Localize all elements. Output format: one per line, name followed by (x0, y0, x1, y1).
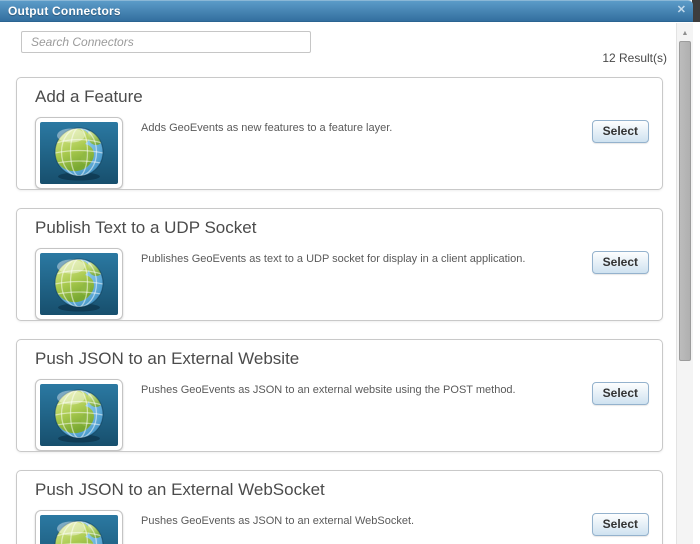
close-icon[interactable]: ✕ (677, 5, 686, 16)
connector-title: Push JSON to an External WebSocket (35, 480, 325, 499)
globe-icon (35, 248, 123, 320)
scroll-up-icon[interactable]: ▲ (677, 27, 693, 40)
connector-description: Publishes GeoEvents as text to a UDP soc… (141, 253, 526, 265)
globe-icon (35, 117, 123, 189)
connector-card: Push JSON to an External Website Pushes … (16, 339, 663, 452)
connector-description: Adds GeoEvents as new features to a feat… (141, 122, 393, 134)
connector-card: Add a Feature Adds GeoEvents as new feat… (16, 77, 663, 190)
connector-title: Publish Text to a UDP Socket (35, 218, 257, 237)
search-input[interactable] (21, 31, 311, 53)
connector-description: Pushes GeoEvents as JSON to an external … (141, 384, 516, 396)
select-button[interactable]: Select (591, 251, 649, 274)
connector-list: Add a Feature Adds GeoEvents as new feat… (16, 77, 663, 544)
select-button[interactable]: Select (591, 382, 649, 405)
scrollbar-thumb[interactable] (679, 41, 691, 361)
globe-icon (35, 510, 123, 544)
connector-card: Push JSON to an External WebSocket Pushe… (16, 470, 663, 544)
select-button[interactable]: Select (591, 120, 649, 143)
page-backdrop (692, 0, 700, 22)
connector-title: Push JSON to an External Website (35, 349, 300, 368)
connector-description: Pushes GeoEvents as JSON to an external … (141, 515, 415, 527)
connector-card: Publish Text to a UDP Socket Publishes G… (16, 208, 663, 321)
scrollbar[interactable]: ▲ (676, 23, 693, 544)
results-count: 12 Result(s) (602, 51, 667, 65)
dialog-titlebar: Output Connectors ✕ (0, 0, 693, 22)
select-button[interactable]: Select (591, 513, 649, 536)
connector-title: Add a Feature (35, 87, 143, 106)
globe-icon (35, 379, 123, 451)
output-connectors-dialog: Output Connectors ✕ 12 Result(s) Add a F… (0, 0, 700, 544)
dialog-title: Output Connectors (8, 4, 121, 18)
